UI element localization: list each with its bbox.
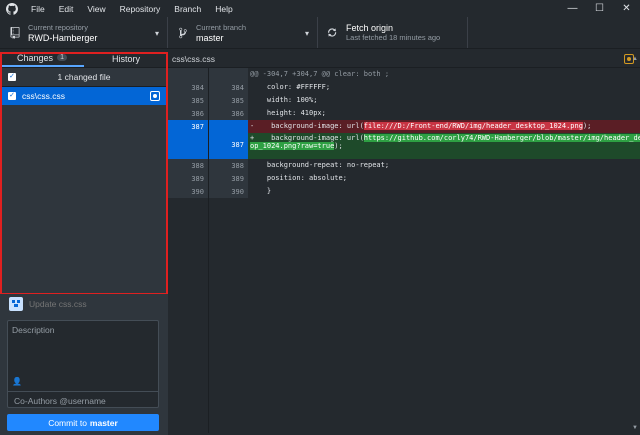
file-checkbox[interactable]: ✓ bbox=[8, 92, 16, 100]
diff-line[interactable]: 389 389 position: absolute; bbox=[168, 172, 640, 185]
file-name: css\css.css bbox=[22, 91, 65, 101]
menu-file[interactable]: File bbox=[31, 4, 45, 14]
new-line-number: 388 bbox=[231, 162, 244, 170]
scroll-up-arrow-icon[interactable]: ▲ bbox=[632, 56, 638, 62]
line-code: color: #FFFFFF; bbox=[250, 83, 331, 91]
diff-panel: css\css.css @@ -304,7 +304,7 @@ clear: b… bbox=[168, 50, 640, 435]
line-code: } bbox=[250, 187, 272, 195]
new-line-number: 384 bbox=[231, 84, 244, 92]
divider bbox=[8, 391, 158, 392]
diff-line[interactable]: 385 385 width: 100%; bbox=[168, 94, 640, 107]
diff-line[interactable]: 386 386 height: 410px; bbox=[168, 107, 640, 120]
tab-history-label: History bbox=[111, 53, 140, 64]
commit-description-field[interactable]: Description 👤 Co-Authors @username bbox=[7, 320, 159, 408]
chevron-down-icon: ▾ bbox=[154, 29, 159, 38]
menu-view[interactable]: View bbox=[87, 4, 105, 14]
add-coauthor-icon[interactable]: 👤 bbox=[12, 377, 22, 386]
commit-button-prefix: Commit to bbox=[48, 417, 87, 428]
commit-panel: Description 👤 Co-Authors @username Commi… bbox=[0, 294, 168, 435]
added-line[interactable]: 387 + background-image: url(https://gith… bbox=[168, 133, 640, 159]
diff-line[interactable]: 388 388 background-repeat: no-repeat; bbox=[168, 159, 640, 172]
branch-name: master bbox=[196, 32, 224, 43]
deleted-text-highlight: file:///D:/Front-end/RWD/img/header_desk… bbox=[363, 122, 583, 130]
commit-button-branch: master bbox=[89, 417, 118, 428]
old-line-number: 386 bbox=[191, 110, 204, 118]
diff-file-path: css\css.css bbox=[172, 53, 215, 64]
line-code: + background-image: url(https://github.c… bbox=[250, 134, 640, 150]
deleted-line[interactable]: 387 - background-image: url(file:///D:/F… bbox=[168, 120, 640, 133]
current-branch-button[interactable]: Current branch master ▾ bbox=[168, 17, 318, 48]
line-code: width: 100%; bbox=[250, 96, 318, 104]
fetch-title: Fetch origin bbox=[346, 23, 394, 33]
new-line-number: 386 bbox=[231, 110, 244, 118]
line-code: - background-image: url(file:///D:/Front… bbox=[250, 122, 592, 130]
changed-files-count: 1 changed file bbox=[57, 72, 111, 82]
sidebar-tabs: Changes 1 History bbox=[0, 50, 168, 68]
tab-changes[interactable]: Changes 1 bbox=[0, 50, 84, 67]
line-code: height: 410px; bbox=[250, 109, 326, 117]
diff-line[interactable]: 390 390 } bbox=[168, 185, 640, 198]
fetch-origin-button[interactable]: Fetch origin Last fetched 18 minutes ago bbox=[318, 17, 468, 48]
commit-button[interactable]: Commit to master bbox=[7, 414, 159, 431]
changed-file-row[interactable]: ✓ css\css.css bbox=[0, 87, 168, 105]
gutter-divider bbox=[208, 68, 209, 433]
old-line-number: 388 bbox=[191, 162, 204, 170]
old-line-number: 384 bbox=[191, 84, 204, 92]
tab-history[interactable]: History bbox=[84, 50, 168, 67]
modified-icon bbox=[150, 91, 160, 101]
title-bar: File Edit View Repository Branch Help — … bbox=[0, 0, 640, 17]
old-line-number: 385 bbox=[191, 97, 204, 105]
added-text-highlight: https://github.com/corly74/RWD-Hamberger… bbox=[363, 134, 640, 142]
changes-count-badge: 1 bbox=[57, 54, 67, 61]
menu-edit[interactable]: Edit bbox=[59, 4, 74, 14]
changed-files-header: ✓ 1 changed file bbox=[0, 68, 168, 87]
added-text-highlight: op_1024.png?raw=true bbox=[250, 142, 335, 150]
repo-icon bbox=[8, 26, 22, 39]
menu-branch[interactable]: Branch bbox=[174, 4, 201, 14]
diff-header: css\css.css bbox=[168, 50, 640, 68]
hunk-header: @@ -304,7 +304,7 @@ clear: both ; bbox=[250, 70, 390, 78]
line-code: position: absolute; bbox=[250, 174, 347, 182]
menu-help[interactable]: Help bbox=[215, 4, 232, 14]
new-line-number: 389 bbox=[231, 175, 244, 183]
description-placeholder: Description bbox=[12, 325, 55, 335]
new-line-number: 387 bbox=[231, 141, 244, 149]
line-code: background-repeat: no-repeat; bbox=[250, 161, 390, 169]
coauthors-input[interactable]: Co-Authors @username bbox=[14, 396, 106, 406]
scroll-down-arrow-icon[interactable]: ▼ bbox=[632, 425, 638, 431]
fetch-subtitle: Last fetched 18 minutes ago bbox=[346, 33, 441, 42]
branch-label: Current branch bbox=[196, 22, 247, 32]
close-button[interactable]: ✕ bbox=[613, 0, 640, 17]
branch-icon bbox=[176, 27, 190, 39]
old-line-number: 387 bbox=[191, 123, 204, 131]
github-logo-icon bbox=[5, 2, 19, 16]
avatar bbox=[9, 297, 23, 311]
toolbar: Current repository RWD-Hamberger ▾ Curre… bbox=[0, 17, 640, 49]
old-line-number: 389 bbox=[191, 175, 204, 183]
diff-line[interactable]: 384 384 color: #FFFFFF; bbox=[168, 81, 640, 94]
menu-repository[interactable]: Repository bbox=[120, 4, 161, 14]
commit-summary-input[interactable] bbox=[29, 296, 159, 312]
maximize-button[interactable]: ☐ bbox=[586, 0, 613, 17]
new-line-number: 390 bbox=[231, 188, 244, 196]
sync-icon bbox=[326, 27, 340, 38]
repo-label: Current repository bbox=[28, 22, 89, 32]
old-line-number: 390 bbox=[191, 188, 204, 196]
chevron-down-icon: ▾ bbox=[304, 29, 309, 38]
current-repository-button[interactable]: Current repository RWD-Hamberger ▾ bbox=[0, 17, 168, 48]
minimize-button[interactable]: — bbox=[559, 0, 586, 17]
diff-body: @@ -304,7 +304,7 @@ clear: both ; 384 38… bbox=[168, 68, 640, 198]
tab-changes-label: Changes bbox=[17, 52, 54, 63]
new-line-number: 385 bbox=[231, 97, 244, 105]
hunk-header-line: @@ -304,7 +304,7 @@ clear: both ; bbox=[168, 68, 640, 81]
repo-name: RWD-Hamberger bbox=[28, 32, 98, 43]
